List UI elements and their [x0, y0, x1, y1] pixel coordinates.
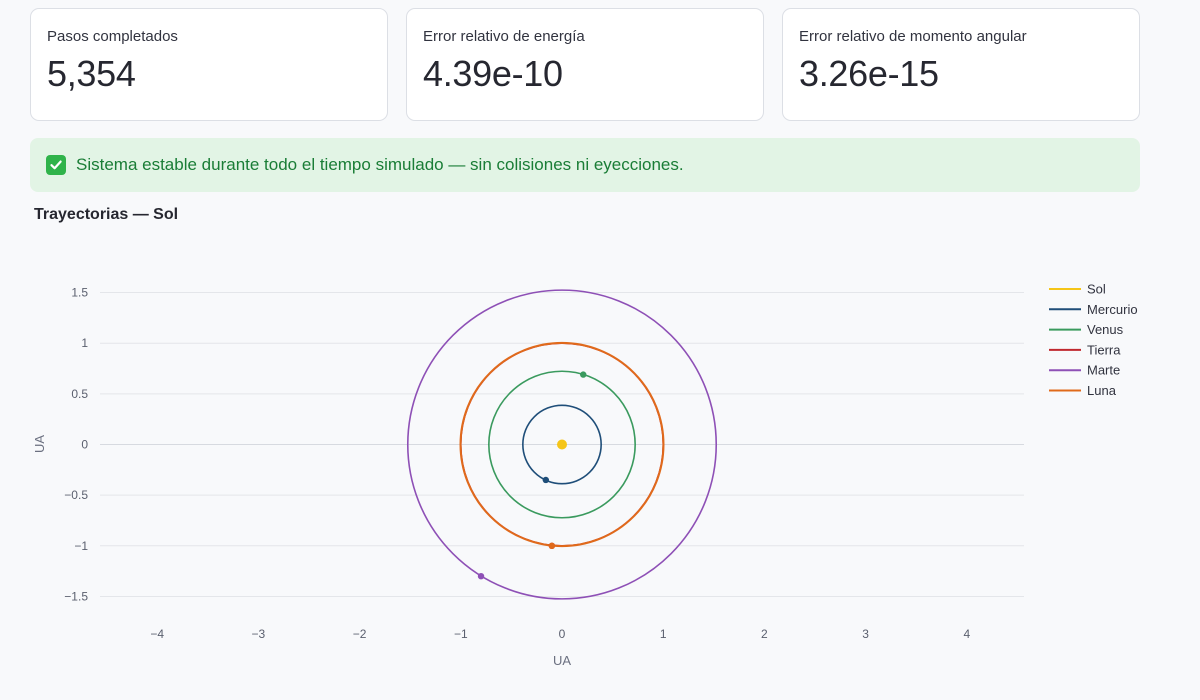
y-tick-label: 0.5 [71, 387, 88, 401]
y-tick-label: −1 [74, 539, 88, 553]
legend-item-marte[interactable]: Marte [1049, 363, 1120, 378]
stability-alert: Sistema estable durante todo el tiempo s… [30, 138, 1140, 192]
metric-label: Error relativo de energía [423, 28, 585, 45]
chart-title: Trayectorias — Sol [34, 206, 179, 223]
x-axis-title: UA [553, 653, 571, 668]
legend-item-tierra[interactable]: Tierra [1049, 342, 1121, 357]
y-tick-label: 1.5 [71, 286, 88, 300]
marker-sol [557, 439, 567, 450]
legend-label: Sol [1087, 282, 1106, 297]
marker-marte [477, 572, 485, 580]
trajectory-chart[interactable]: −1.5 −1 −0.5 0 0.5 1 1.5 −4 −3 −2 −1 0 1 2 3 4 Sol Mercu… [0, 230, 1200, 700]
x-tick-label: 2 [761, 627, 768, 641]
legend-label: Luna [1087, 383, 1117, 398]
y-axis-title: UA [32, 435, 47, 453]
check-icon [46, 155, 66, 175]
legend-item-sol[interactable]: Sol [1049, 282, 1106, 297]
legend-label: Marte [1087, 363, 1120, 378]
metric-value: 3.26e-15 [799, 53, 939, 94]
metric-card-energy-error: Error relativo de energía 4.39e-10 [406, 8, 764, 121]
x-tick-label: 3 [862, 627, 869, 641]
x-tick-label: 0 [559, 627, 566, 641]
legend-item-mercurio[interactable]: Mercurio [1049, 302, 1138, 317]
marker-venus [580, 371, 587, 378]
metric-value: 5,354 [47, 53, 136, 94]
metric-label: Error relativo de momento angular [799, 28, 1027, 45]
metric-label: Pasos completados [47, 28, 178, 45]
metric-card-angular-momentum-error: Error relativo de momento angular 3.26e-… [782, 8, 1140, 121]
legend-item-luna[interactable]: Luna [1049, 383, 1117, 398]
metric-value: 4.39e-10 [423, 53, 563, 94]
marker-mercurio [542, 476, 550, 484]
tick-labels: −1.5 −1 −0.5 0 0.5 1 1.5 −4 −3 −2 −1 0 1 2 3 4 [64, 286, 970, 641]
x-tick-label: −2 [353, 627, 367, 641]
x-tick-label: 4 [963, 627, 970, 641]
x-tick-label: −1 [454, 627, 468, 641]
x-tick-label: −4 [150, 627, 164, 641]
legend[interactable]: Sol Mercurio Venus Tierra Marte Luna [1049, 282, 1138, 399]
marker-luna [548, 542, 556, 549]
legend-label: Mercurio [1087, 302, 1138, 317]
x-tick-label: 1 [660, 627, 667, 641]
y-tick-label: 0 [81, 438, 88, 452]
x-tick-label: −3 [252, 627, 266, 641]
legend-item-venus[interactable]: Venus [1049, 322, 1124, 337]
y-tick-label: −0.5 [64, 488, 88, 502]
legend-label: Tierra [1087, 342, 1121, 357]
y-tick-label: −1.5 [64, 589, 88, 603]
alert-text: Sistema estable durante todo el tiempo s… [76, 155, 684, 174]
y-tick-label: 1 [81, 336, 88, 350]
metric-card-steps: Pasos completados 5,354 [30, 8, 388, 121]
legend-label: Venus [1087, 322, 1124, 337]
